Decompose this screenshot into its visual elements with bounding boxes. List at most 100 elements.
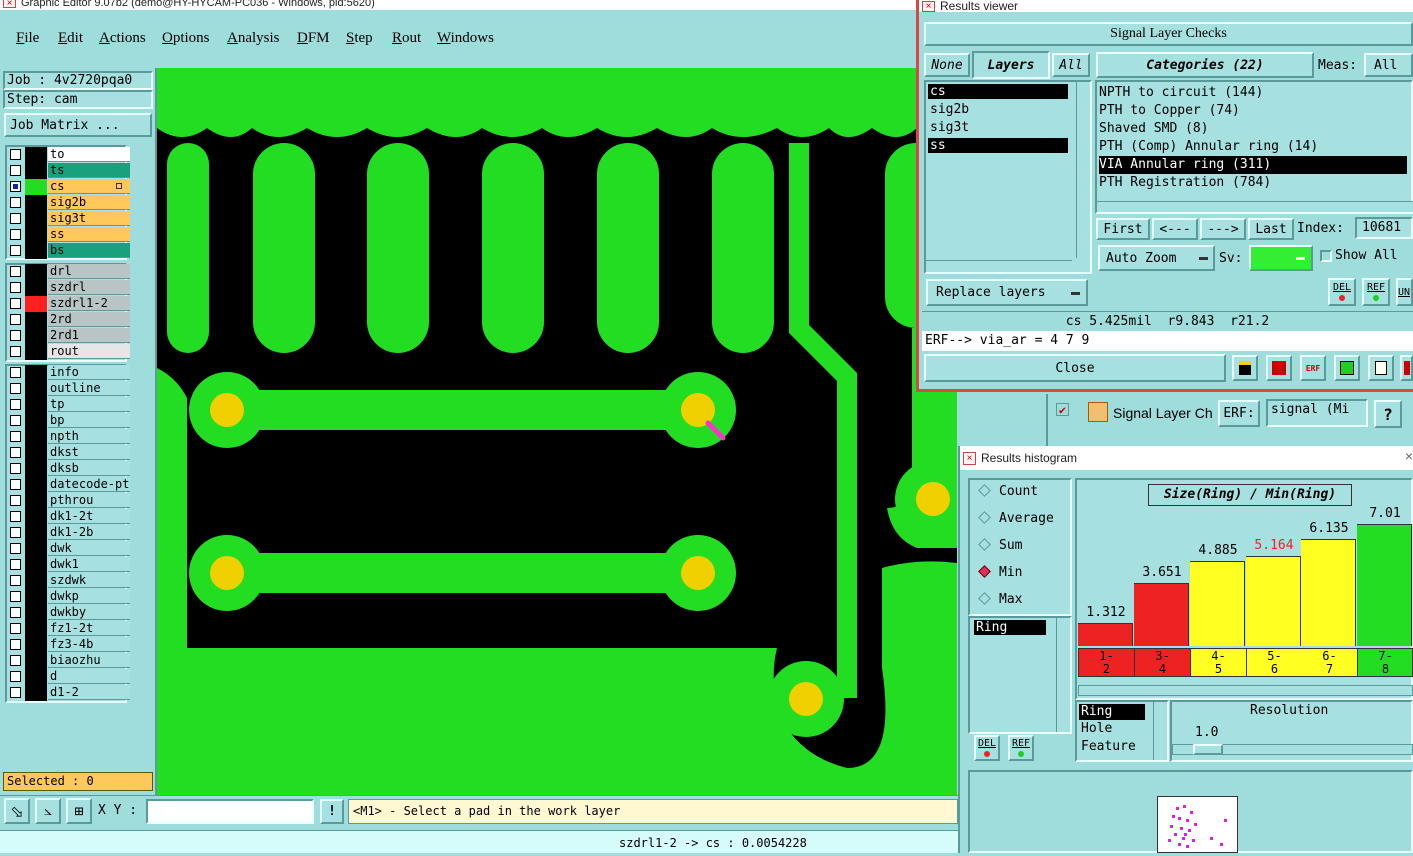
histogram-bar[interactable] bbox=[1301, 539, 1356, 646]
layer-list-item[interactable]: sig3t bbox=[928, 119, 1068, 137]
layer-color-swatch[interactable] bbox=[25, 365, 47, 381]
layer-name[interactable]: to bbox=[48, 147, 130, 162]
layer-checkbox[interactable] bbox=[10, 181, 21, 192]
layer-name[interactable]: dk1-2t bbox=[48, 509, 130, 524]
layer-row[interactable]: szdwk bbox=[8, 573, 130, 589]
layer-checkbox[interactable] bbox=[10, 346, 21, 357]
help-button[interactable]: ? bbox=[1374, 400, 1402, 428]
layer-checkbox[interactable] bbox=[10, 330, 21, 341]
layer-name[interactable]: pthrou bbox=[48, 493, 130, 508]
layer-color-swatch[interactable] bbox=[25, 541, 47, 557]
layer-checkbox[interactable] bbox=[10, 229, 21, 240]
layer-checkbox[interactable] bbox=[10, 543, 21, 554]
mode-radio-average[interactable]: Average bbox=[975, 511, 1054, 526]
layer-name[interactable]: biaozhu bbox=[48, 653, 130, 668]
layer-color-swatch[interactable] bbox=[25, 243, 47, 259]
menu-windows[interactable]: Windows bbox=[437, 30, 494, 47]
layer-checkbox[interactable] bbox=[10, 463, 21, 474]
layer-checkbox[interactable] bbox=[10, 575, 21, 586]
categories-button[interactable]: Categories (22) bbox=[1096, 52, 1314, 78]
layer-name[interactable]: szdrl bbox=[48, 280, 130, 295]
layer-row[interactable]: tp bbox=[8, 397, 130, 413]
layer-name[interactable]: npth bbox=[48, 429, 130, 444]
menu-step[interactable]: Step bbox=[346, 30, 373, 47]
layer-color-swatch[interactable] bbox=[25, 429, 47, 445]
histogram-chart[interactable]: 1.312 3.651 4.885 5.164 6.135 7.01 bbox=[1078, 506, 1413, 646]
layer-row[interactable]: 2rd1 bbox=[8, 328, 130, 344]
layer-color-swatch[interactable] bbox=[25, 605, 47, 621]
close-icon[interactable]: × bbox=[963, 451, 976, 465]
layer-row[interactable]: sig2b bbox=[8, 195, 130, 211]
layer-name[interactable]: 2rd bbox=[48, 312, 130, 327]
radio-diamond-icon[interactable] bbox=[978, 484, 991, 497]
layer-checkbox[interactable] bbox=[10, 415, 21, 426]
layer-checkbox[interactable] bbox=[10, 671, 21, 682]
layer-row[interactable]: dwk1 bbox=[8, 557, 130, 573]
layer-color-swatch[interactable] bbox=[25, 573, 47, 589]
layer-name[interactable]: sig3t bbox=[48, 211, 130, 226]
layer-row[interactable]: npth bbox=[8, 429, 130, 445]
layer-checkbox[interactable] bbox=[10, 687, 21, 698]
type-item-ring[interactable]: Ring bbox=[1079, 704, 1145, 720]
layer-color-swatch[interactable] bbox=[25, 461, 47, 477]
layer-color-swatch[interactable] bbox=[25, 637, 47, 653]
layer-row[interactable]: pthrou bbox=[8, 493, 130, 509]
radio-diamond-icon[interactable] bbox=[978, 565, 991, 578]
layer-row[interactable]: to bbox=[8, 147, 130, 163]
radio-diamond-icon[interactable] bbox=[978, 511, 991, 524]
layer-checkbox[interactable] bbox=[10, 511, 21, 522]
field-list-scrollbar[interactable] bbox=[1056, 618, 1069, 732]
layer-row[interactable]: biaozhu bbox=[8, 653, 130, 669]
layer-name[interactable]: drl bbox=[48, 264, 130, 279]
layer-checkbox[interactable] bbox=[10, 655, 21, 666]
category-list-item[interactable]: PTH to Copper (74) bbox=[1099, 102, 1407, 120]
layer-row[interactable]: dksb bbox=[8, 461, 130, 477]
layer-name[interactable]: outline bbox=[48, 381, 130, 396]
category-list-item[interactable]: PTH (Comp) Annular ring (14) bbox=[1099, 138, 1407, 156]
tool-button-4[interactable] bbox=[1334, 355, 1360, 381]
layer-color-swatch[interactable] bbox=[25, 669, 47, 685]
layer-name[interactable]: szdwk bbox=[48, 573, 130, 588]
layer-checkbox[interactable] bbox=[10, 245, 21, 256]
close-button[interactable]: Close bbox=[924, 354, 1226, 382]
layer-list-item[interactable]: ss bbox=[928, 138, 1068, 153]
layer-color-swatch[interactable] bbox=[25, 264, 47, 280]
type-item-feature[interactable]: Feature bbox=[1079, 739, 1136, 755]
pcb-view[interactable] bbox=[157, 68, 957, 795]
category-list-item[interactable]: PTH Registration (784) bbox=[1099, 174, 1407, 192]
meas-dropdown[interactable]: All bbox=[1364, 53, 1413, 77]
layer-color-swatch[interactable] bbox=[25, 227, 47, 243]
menu-edit[interactable]: Edit bbox=[58, 30, 83, 47]
last-button[interactable]: Last bbox=[1248, 218, 1294, 240]
layer-color-swatch[interactable] bbox=[25, 147, 47, 163]
layer-row[interactable]: sig3t bbox=[8, 211, 130, 227]
layer-name[interactable]: dkst bbox=[48, 445, 130, 460]
all-layers-button[interactable]: All bbox=[1052, 53, 1090, 77]
layer-color-swatch[interactable] bbox=[25, 445, 47, 461]
layer-row[interactable]: dwkby bbox=[8, 605, 130, 621]
layer-row[interactable]: d1-2 bbox=[8, 685, 130, 701]
layer-row[interactable]: szdrl bbox=[8, 280, 130, 296]
layer-checkbox[interactable] bbox=[10, 298, 21, 309]
layer-color-swatch[interactable] bbox=[25, 509, 47, 525]
next-button[interactable]: ---> bbox=[1200, 218, 1246, 240]
layer-name[interactable]: rout bbox=[48, 344, 130, 359]
layer-color-swatch[interactable] bbox=[25, 344, 47, 360]
none-button[interactable]: None bbox=[924, 53, 970, 77]
layer-row[interactable]: drl bbox=[8, 264, 130, 280]
layer-name[interactable]: dwk1 bbox=[48, 557, 130, 572]
layer-color-swatch[interactable] bbox=[25, 525, 47, 541]
layer-row[interactable]: szdrl1-2 bbox=[8, 296, 130, 312]
type-list-scrollbar[interactable] bbox=[1153, 702, 1166, 760]
layer-name[interactable]: d1-2 bbox=[48, 685, 130, 700]
layer-color-swatch[interactable] bbox=[25, 280, 47, 296]
layer-list-item[interactable]: sig2b bbox=[928, 101, 1068, 119]
layer-row[interactable]: dwk bbox=[8, 541, 130, 557]
layer-checkbox[interactable] bbox=[10, 197, 21, 208]
histogram-bar[interactable] bbox=[1134, 583, 1189, 646]
histogram-del-button[interactable]: DEL bbox=[974, 735, 1000, 761]
layer-checkbox[interactable] bbox=[10, 495, 21, 506]
layer-row[interactable]: rout bbox=[8, 344, 130, 360]
layer-name[interactable]: info bbox=[48, 365, 130, 380]
layer-checkbox[interactable] bbox=[10, 314, 21, 325]
